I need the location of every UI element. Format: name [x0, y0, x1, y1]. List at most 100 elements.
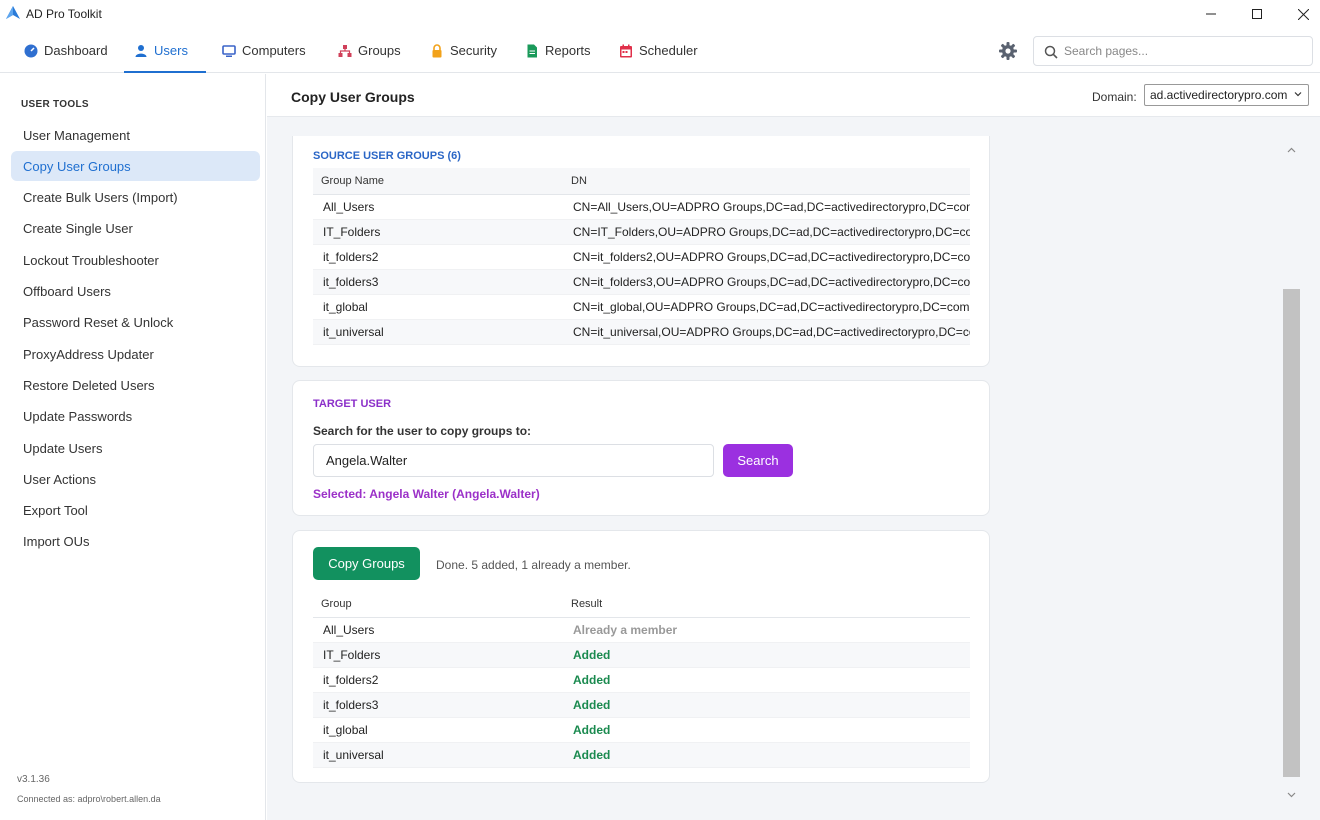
column-header-dn[interactable]: DN	[563, 168, 970, 195]
sidebar-item-user-actions[interactable]: User Actions	[11, 464, 260, 494]
scrollbar-thumb[interactable]	[1283, 289, 1300, 777]
tab-reports-label: Reports	[545, 43, 591, 58]
sidebar-header: USER TOOLS	[21, 99, 89, 110]
source-groups-table: Group Name DN All_Users CN=All_Users,OU=A…	[313, 168, 970, 345]
group-cell: IT_Folders	[313, 642, 563, 668]
close-icon	[1297, 8, 1309, 20]
scroll-down-icon[interactable]	[1287, 790, 1296, 799]
sidebar-item-create-bulk-users[interactable]: Create Bulk Users (Import)	[11, 182, 260, 212]
sidebar-item-update-users[interactable]: Update Users	[11, 433, 260, 463]
group-name-cell: it_folders3	[313, 269, 563, 295]
domain-select[interactable]: ad.activedirectorypro.com	[1144, 84, 1309, 106]
dn-cell: CN=it_folders3,OU=ADPRO Groups,DC=ad,DC=…	[563, 269, 970, 295]
tab-reports[interactable]: Reports	[515, 28, 601, 73]
table-row[interactable]: All_Users Already a member	[313, 617, 970, 643]
calendar-icon	[620, 44, 632, 57]
table-row[interactable]: it_folders3 Added	[313, 692, 970, 718]
search-input[interactable]	[1064, 44, 1304, 58]
sidebar-item-update-passwords[interactable]: Update Passwords	[11, 401, 260, 431]
sidebar-item-export-tool[interactable]: Export Tool	[11, 495, 260, 525]
lock-icon	[432, 43, 442, 57]
tab-computers-label: Computers	[242, 43, 306, 58]
tab-dashboard[interactable]: Dashboard	[14, 28, 118, 73]
close-button[interactable]	[1280, 0, 1320, 28]
source-groups-title: SOURCE USER GROUPS (6)	[313, 150, 461, 162]
scroll-up-icon[interactable]	[1287, 146, 1296, 155]
table-row[interactable]: it_global CN=it_global,OU=ADPRO Groups,DC…	[313, 294, 970, 320]
sidebar-item-lockout-troubleshooter[interactable]: Lockout Troubleshooter	[11, 245, 260, 275]
domain-select-value: ad.activedirectorypro.com	[1150, 88, 1288, 102]
dn-cell: CN=IT_Folders,OU=ADPRO Groups,DC=ad,DC=a…	[563, 219, 970, 245]
sidebar-item-import-ous[interactable]: Import OUs	[11, 526, 260, 556]
page-search[interactable]	[1033, 36, 1313, 66]
dn-cell: CN=it_universal,OU=ADPRO Groups,DC=ad,DC…	[563, 319, 970, 345]
copy-results-table: Group Result All_Users Already a member I…	[313, 591, 970, 768]
maximize-icon	[1252, 9, 1262, 19]
sidebar-item-offboard-users[interactable]: Offboard Users	[11, 276, 260, 306]
column-header-group[interactable]: Group	[313, 591, 563, 618]
table-row[interactable]: it_folders3 CN=it_folders3,OU=ADPRO Group…	[313, 269, 970, 295]
sidebar-item-restore-deleted-users[interactable]: Restore Deleted Users	[11, 370, 260, 400]
search-icon	[1044, 45, 1058, 59]
result-cell: Added	[563, 692, 970, 718]
table-row[interactable]: it_folders2 CN=it_folders2,OU=ADPRO Group…	[313, 244, 970, 270]
minimize-icon	[1206, 13, 1216, 15]
tab-users[interactable]: Users	[124, 28, 206, 73]
group-cell: it_folders2	[313, 667, 563, 693]
table-row[interactable]: it_global Added	[313, 717, 970, 743]
column-header-group-name[interactable]: Group Name	[313, 168, 563, 195]
table-row[interactable]: IT_Folders CN=IT_Folders,OU=ADPRO Groups,…	[313, 219, 970, 245]
result-cell: Added	[563, 717, 970, 743]
sidebar-item-proxyaddress-updater[interactable]: ProxyAddress Updater	[11, 339, 260, 369]
table-header-row: Group Name DN	[313, 168, 970, 195]
table-row[interactable]: it_folders2 Added	[313, 667, 970, 693]
table-row[interactable]: IT_Folders Added	[313, 642, 970, 668]
sidebar-item-user-management[interactable]: User Management	[11, 120, 260, 150]
sidebar-item-password-reset[interactable]: Password Reset & Unlock	[11, 307, 260, 337]
dn-cell: CN=it_global,OU=ADPRO Groups,DC=ad,DC=ac…	[563, 294, 970, 320]
tab-computers[interactable]: Computers	[212, 28, 316, 73]
search-button[interactable]: Search	[723, 444, 793, 477]
minimize-button[interactable]	[1188, 0, 1234, 28]
target-user-input[interactable]	[313, 444, 714, 477]
dn-cell: CN=All_Users,OU=ADPRO Groups,DC=ad,DC=ac…	[563, 194, 970, 220]
copy-status-message: Done. 5 added, 1 already a member.	[436, 558, 631, 572]
user-icon	[135, 44, 147, 57]
tab-users-label: Users	[154, 43, 188, 58]
tab-dashboard-label: Dashboard	[44, 43, 108, 58]
sidebar: USER TOOLS User Management Copy User Gro…	[0, 74, 266, 820]
app-title: AD Pro Toolkit	[26, 7, 102, 21]
tab-scheduler[interactable]: Scheduler	[609, 28, 708, 73]
tab-groups[interactable]: Groups	[328, 28, 411, 73]
top-nav: Dashboard Users Computers Groups Securit…	[0, 28, 1320, 73]
page-title: Copy User Groups	[291, 89, 415, 105]
table-row[interactable]: All_Users CN=All_Users,OU=ADPRO Groups,DC…	[313, 194, 970, 220]
tab-security[interactable]: Security	[420, 28, 507, 73]
page-header: Copy User Groups Domain: ad.activedirect…	[267, 74, 1320, 117]
domain-label: Domain:	[1092, 90, 1137, 104]
source-groups-card: SOURCE USER GROUPS (6) Group Name DN All…	[292, 136, 990, 367]
group-name-cell: it_global	[313, 294, 563, 320]
vertical-scrollbar[interactable]	[1282, 142, 1301, 802]
group-name-cell: it_folders2	[313, 244, 563, 270]
sidebar-item-create-single-user[interactable]: Create Single User	[11, 213, 260, 243]
table-row[interactable]: it_universal Added	[313, 742, 970, 768]
target-user-card: TARGET USER Search for the user to copy …	[292, 380, 990, 516]
gear-icon[interactable]	[997, 40, 1019, 62]
tab-security-label: Security	[450, 43, 497, 58]
maximize-button[interactable]	[1234, 0, 1280, 28]
table-row[interactable]: it_universal CN=it_universal,OU=ADPRO Gro…	[313, 319, 970, 345]
column-header-result[interactable]: Result	[563, 591, 970, 618]
tab-groups-label: Groups	[358, 43, 401, 58]
group-cell: it_universal	[313, 742, 563, 768]
selected-user-text: Selected: Angela Walter (Angela.Walter)	[313, 487, 540, 501]
copy-groups-button[interactable]: Copy Groups	[313, 547, 420, 580]
sidebar-item-copy-user-groups[interactable]: Copy User Groups	[11, 151, 260, 181]
chevron-down-icon	[1294, 92, 1302, 97]
group-cell: All_Users	[313, 617, 563, 643]
connected-as-label: Connected as: adpro\robert.allen.da	[17, 794, 161, 804]
target-search-label: Search for the user to copy groups to:	[313, 424, 532, 438]
group-name-cell: All_Users	[313, 194, 563, 220]
tab-scheduler-label: Scheduler	[639, 43, 698, 58]
copy-results-card: Copy Groups Done. 5 added, 1 already a m…	[292, 530, 990, 783]
